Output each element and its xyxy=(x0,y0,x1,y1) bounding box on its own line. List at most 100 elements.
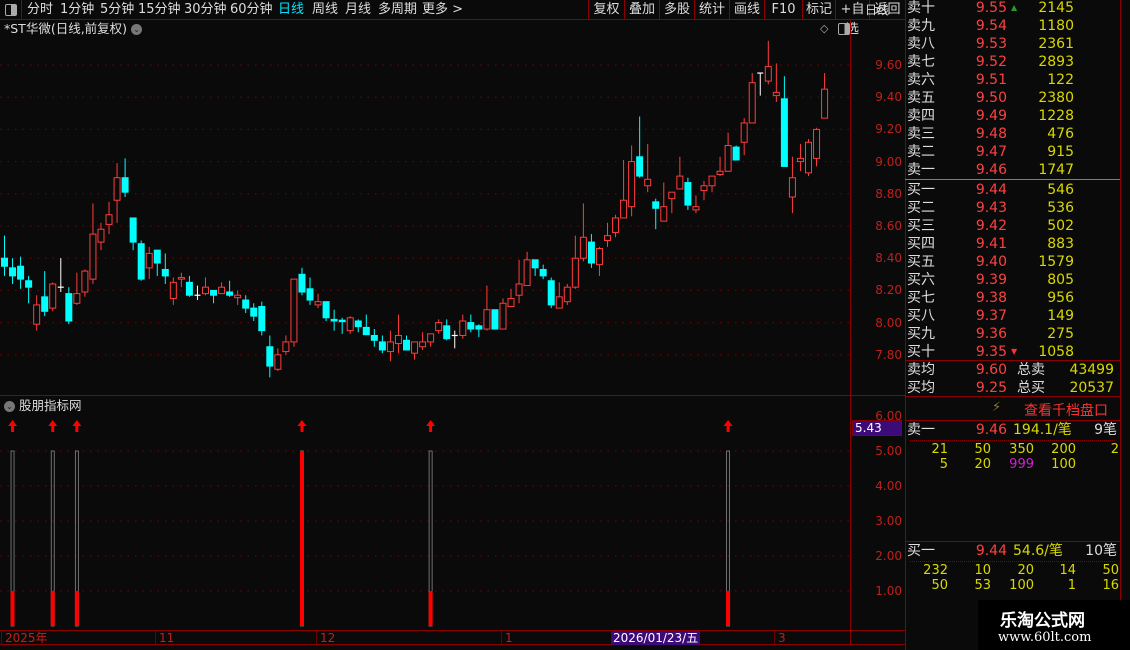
candle-body xyxy=(435,322,443,332)
candle-body xyxy=(411,341,419,354)
candle-body xyxy=(306,288,314,301)
level-price: 9.39 xyxy=(975,272,1007,288)
time-axis-divider xyxy=(774,631,775,644)
signal-arrow-up-icon xyxy=(8,420,18,432)
candle-body xyxy=(676,175,684,190)
price-axis-label: 9.20 xyxy=(875,122,902,137)
buy-level-row[interactable]: 买七 9.38 956 xyxy=(907,289,1120,307)
level-label: 买七 xyxy=(907,290,935,306)
candle-body xyxy=(346,317,354,332)
queue-order: 232 xyxy=(923,563,948,578)
summary-row: 买均 9.25 总买 20537 xyxy=(907,379,1120,397)
summary-row: 卖均 9.60 总卖 43499 xyxy=(907,361,1120,379)
time-axis-divider xyxy=(501,631,502,644)
level-volume: 2893 xyxy=(1038,54,1074,70)
candle-body xyxy=(788,177,796,198)
thousand-levels-link[interactable]: 查看千档盘口 xyxy=(1024,400,1108,420)
indicator-header[interactable]: ⌄ 股朋指标网 xyxy=(4,398,82,414)
dotted-divider xyxy=(910,561,1115,562)
time-axis-period: 日线 xyxy=(865,3,890,17)
price-axis-label: 9.40 xyxy=(875,90,902,105)
candle-body xyxy=(563,286,571,303)
level-price: 9.40 xyxy=(975,254,1007,270)
level-volume: 1180 xyxy=(1038,18,1074,34)
signal-bar xyxy=(74,591,79,626)
buy-level-row[interactable]: 买一 9.44 546 xyxy=(907,181,1120,199)
candle-body xyxy=(250,307,258,317)
summary-price: 9.25 xyxy=(975,380,1007,396)
queue-order: 350 xyxy=(1009,442,1034,457)
sell-queue-avg: 194.1/笔 xyxy=(1013,422,1072,438)
queue-order: 21 xyxy=(931,442,948,457)
level-volume: 1228 xyxy=(1038,108,1074,124)
buy-level-row[interactable]: 买十 9.35 ▼ 1058 xyxy=(907,343,1120,361)
divider xyxy=(905,396,1120,397)
candle-body xyxy=(604,235,611,241)
candle-body xyxy=(161,268,169,277)
queue-order: 10 xyxy=(974,563,991,578)
buy-level-row[interactable]: 买九 9.36 275 xyxy=(907,325,1120,343)
candle-body xyxy=(113,177,121,201)
candlestick-chart[interactable] xyxy=(0,0,850,650)
candle-body xyxy=(9,267,17,277)
sell-level-row[interactable]: 卖八 9.53 2361 xyxy=(907,35,1120,53)
candle-body xyxy=(475,325,483,330)
sell-level-row[interactable]: 卖六 9.51 122 xyxy=(907,71,1120,89)
buy-level-row[interactable]: 买四 9.41 883 xyxy=(907,235,1120,253)
time-axis xyxy=(0,630,905,645)
sell-level-row[interactable]: 卖五 9.50 2380 xyxy=(907,89,1120,107)
buy-level-row[interactable]: 买六 9.39 805 xyxy=(907,271,1120,289)
chevron-down-icon[interactable]: ⌄ xyxy=(4,401,15,412)
indicator-axis-label: 2.00 xyxy=(875,549,902,563)
level-label: 买十 xyxy=(907,344,935,360)
candle-body xyxy=(459,320,467,336)
candle-body xyxy=(81,270,89,293)
sell-level-row[interactable]: 卖七 9.52 2893 xyxy=(907,53,1120,71)
candle-body xyxy=(531,259,539,269)
sell-level-row[interactable]: 卖三 9.48 476 xyxy=(907,125,1120,143)
candle-body xyxy=(97,228,105,243)
candle-body xyxy=(298,273,306,293)
buy-level-row[interactable]: 买三 9.42 502 xyxy=(907,217,1120,235)
buy-level-row[interactable]: 买八 9.37 149 xyxy=(907,307,1120,325)
candle-body xyxy=(330,318,338,322)
level-volume: 1747 xyxy=(1038,162,1074,178)
watermark-url: www.60lt.com xyxy=(998,630,1092,645)
level-price: 9.51 xyxy=(975,72,1007,88)
level-label: 买八 xyxy=(907,308,935,324)
candle-body xyxy=(547,280,555,306)
level-label: 卖六 xyxy=(907,72,935,88)
queue-order: 50 xyxy=(931,578,948,593)
time-axis-label: 2025年 xyxy=(5,631,48,645)
candle-body xyxy=(210,289,218,296)
sell-level-row[interactable]: 卖九 9.54 1180 xyxy=(907,17,1120,35)
candle-body xyxy=(242,299,250,309)
sell-level-row[interactable]: 卖四 9.49 1228 xyxy=(907,107,1120,125)
candle-body xyxy=(684,182,692,206)
queue-order: 50 xyxy=(1102,563,1119,578)
sell-level-row[interactable]: 卖十 9.55 ▲ 2145 xyxy=(907,0,1120,17)
candle-body xyxy=(121,177,129,193)
sell-level-row[interactable]: 卖一 9.46 1747 xyxy=(907,161,1120,179)
candle-body xyxy=(579,236,587,259)
signal-arrow-up-icon xyxy=(723,420,733,432)
sell-level-row[interactable]: 卖二 9.47 915 xyxy=(907,143,1120,161)
level-label: 买五 xyxy=(907,254,935,270)
buy-level-row[interactable]: 买五 9.40 1579 xyxy=(907,253,1120,271)
signal-arrow-up-icon xyxy=(72,420,82,432)
time-axis-divider xyxy=(1,631,2,644)
indicator-axis-label: 1.00 xyxy=(875,584,902,598)
candle-body xyxy=(322,301,330,319)
candle-body xyxy=(652,201,660,209)
level-price: 9.50 xyxy=(975,90,1007,106)
axis-divider xyxy=(850,20,851,645)
buy-queue-header: 买一 9.44 54.6/笔 10笔 xyxy=(907,542,1120,560)
buy-level-row[interactable]: 买二 9.43 536 xyxy=(907,199,1120,217)
candle-body xyxy=(177,277,185,280)
candle-body xyxy=(419,341,427,348)
price-axis-label: 8.80 xyxy=(875,186,902,201)
candle-body xyxy=(628,161,636,208)
level-label: 买一 xyxy=(907,182,935,198)
signal-bar xyxy=(428,591,433,626)
candle-body xyxy=(555,296,563,309)
